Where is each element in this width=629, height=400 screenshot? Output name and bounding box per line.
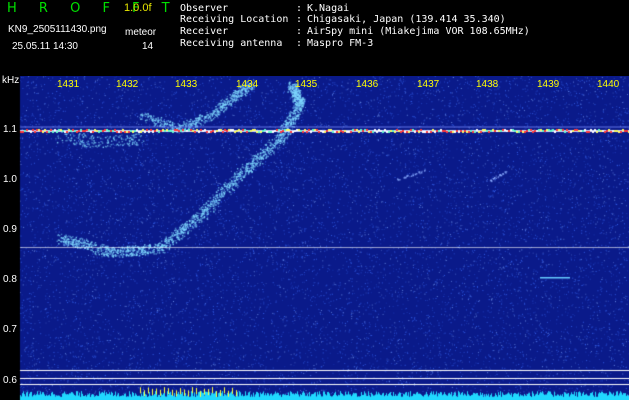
time-tick-label: 1437 — [417, 79, 440, 90]
receiver-value: AirSpy mini (Miakejima VOR 108.65MHz) — [307, 26, 530, 37]
time-tick-label: 1434 — [236, 79, 259, 90]
receiver-sep: : — [296, 26, 303, 37]
freq-tick-label: 0.6 — [3, 375, 17, 386]
time-tick-label: 1439 — [537, 79, 560, 90]
antenna-sep: : — [296, 38, 303, 49]
time-tick-label: 1432 — [116, 79, 139, 90]
header-panel: H R O F F T 1.0.0f KN9_2505111430.png me… — [0, 0, 629, 76]
app-title: H R O F F T — [7, 1, 179, 16]
freq-unit-label: kHz — [2, 75, 20, 86]
time-tick-label: 1438 — [476, 79, 499, 90]
freq-tick-label: 1.1 — [3, 124, 17, 135]
observer-key: Observer — [180, 3, 229, 14]
mode-label: meteor — [125, 27, 157, 38]
observer-sep: : — [296, 3, 303, 14]
freq-tick-label: 0.7 — [3, 324, 17, 335]
observer-value: K.Nagai — [307, 3, 350, 14]
antenna-value: Maspro FM-3 — [307, 38, 374, 49]
receiver-key: Receiver — [180, 26, 229, 37]
freq-tick-label: 0.9 — [3, 224, 17, 235]
version-label: 1.0.0f — [124, 2, 152, 14]
antenna-key: Receiving antenna — [180, 38, 283, 49]
freq-tick-label: 0.8 — [3, 274, 17, 285]
filename-label: KN9_2505111430.png — [8, 24, 107, 35]
time-tick-label: 1431 — [57, 79, 80, 90]
spectrogram-canvas — [0, 76, 629, 400]
location-key: Receiving Location — [180, 14, 289, 25]
count-label: 14 — [142, 41, 154, 52]
time-tick-label: 1436 — [356, 79, 379, 90]
location-value: Chigasaki, Japan (139.414 35.340) — [307, 14, 506, 25]
location-sep: : — [296, 14, 303, 25]
time-tick-label: 1433 — [175, 79, 198, 90]
datetime-label: 25.05.11 14:30 — [12, 41, 78, 52]
time-tick-label: 1440 — [597, 79, 620, 90]
time-tick-label: 1435 — [295, 79, 318, 90]
freq-tick-label: 1.0 — [3, 174, 17, 185]
